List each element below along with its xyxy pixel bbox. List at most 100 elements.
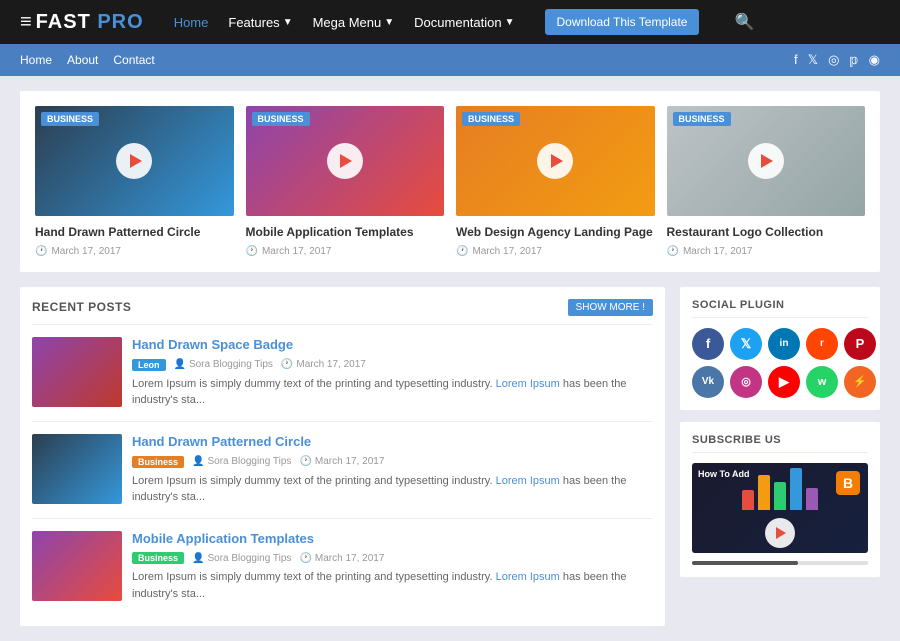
logo-text: FAST PRO [36, 11, 144, 34]
post-excerpt-2: Lorem Ipsum is simply dummy text of the … [132, 569, 653, 602]
show-more-button[interactable]: SHOW MORE ! [568, 299, 653, 316]
sub-nav-social: f 𝕏 ◎ 𝕡 ◉ [794, 52, 880, 68]
post-date-2: 🕐 March 17, 2017 [299, 553, 384, 564]
sub-nav-contact[interactable]: Contact [113, 53, 154, 67]
slide-item-0[interactable]: BUSINESS Hand Drawn Patterned Circle 🕐 M… [35, 106, 234, 257]
post-content-1: Hand Drawn Patterned Circle Business 👤 S… [132, 434, 653, 506]
extra-social-icon[interactable]: ◉ [869, 52, 880, 68]
recent-posts-widget: RECENT POSTS SHOW MORE ! Hand Drawn Spac… [20, 287, 665, 627]
instagram-icon[interactable]: ◎ [828, 52, 839, 68]
post-thumb-1[interactable] [32, 434, 122, 504]
video-play-button[interactable] [765, 518, 795, 548]
post-title-0[interactable]: Hand Drawn Space Badge [132, 337, 653, 354]
slide-item-3[interactable]: BUSINESS Restaurant Logo Collection 🕐 Ma… [667, 106, 866, 257]
post-meta-0: Leon 👤 Sora Blogging Tips 🕐 March 17, 20… [132, 359, 653, 371]
slide-date-1: 🕐 March 17, 2017 [246, 246, 445, 257]
subscribe-widget: SUBSCRIBE US How To Add B [680, 422, 880, 577]
clock-icon-2: 🕐 [456, 246, 468, 257]
post-author-1: 👤 Sora Blogging Tips [192, 456, 291, 467]
linkedin-social-btn[interactable]: in [768, 328, 800, 360]
download-template-button[interactable]: Download This Template [545, 9, 700, 35]
social-plugin-grid: f 𝕏 in r P Vk ◎ ▶ w ⚡ [692, 328, 868, 398]
slide-item-1[interactable]: BUSINESS Mobile Application Templates 🕐 … [246, 106, 445, 257]
clock-icon-0: 🕐 [35, 246, 47, 257]
pinterest-social-btn[interactable]: P [844, 328, 876, 360]
slide-date-0: 🕐 March 17, 2017 [35, 246, 234, 257]
post-tag-2[interactable]: Business [132, 552, 184, 564]
play-button-1[interactable] [327, 143, 363, 179]
slide-title-2: Web Design Agency Landing Page [456, 224, 655, 241]
main-content: BUSINESS Hand Drawn Patterned Circle 🕐 M… [0, 76, 900, 641]
twitter-icon[interactable]: 𝕏 [808, 52, 818, 68]
subscribe-video[interactable]: How To Add B [692, 463, 868, 553]
slide-thumb-0: BUSINESS [35, 106, 234, 216]
post-image-2 [32, 531, 122, 601]
sub-navigation: Home About Contact f 𝕏 ◎ 𝕡 ◉ [0, 44, 900, 76]
video-how-to-text: How To Add [698, 469, 750, 479]
post-content-0: Hand Drawn Space Badge Leon 👤 Sora Blogg… [132, 337, 653, 409]
subscribe-progress-fill [692, 561, 798, 565]
bottom-layout: RECENT POSTS SHOW MORE ! Hand Drawn Spac… [20, 287, 880, 627]
post-image-1 [32, 434, 122, 504]
slider-section: BUSINESS Hand Drawn Patterned Circle 🕐 M… [20, 91, 880, 272]
nav-home[interactable]: Home [174, 15, 209, 30]
excerpt-link-1[interactable]: Lorem Ipsum [496, 475, 560, 487]
youtube-social-btn[interactable]: ▶ [768, 366, 800, 398]
post-image-0 [32, 337, 122, 407]
slide-title-0: Hand Drawn Patterned Circle [35, 224, 234, 241]
slide-thumb-2: BUSINESS [456, 106, 655, 216]
slide-item-2[interactable]: BUSINESS Web Design Agency Landing Page … [456, 106, 655, 257]
post-date-1: 🕐 March 17, 2017 [299, 456, 384, 467]
post-title-2[interactable]: Mobile Application Templates [132, 531, 653, 548]
user-icon-2: 👤 [192, 553, 204, 564]
nav-documentation[interactable]: Documentation ▼ [414, 15, 514, 30]
nav-features[interactable]: Features ▼ [228, 15, 292, 30]
play-button-3[interactable] [748, 143, 784, 179]
twitter-social-btn[interactable]: 𝕏 [730, 328, 762, 360]
facebook-social-btn[interactable]: f [692, 328, 724, 360]
slide-badge-1: BUSINESS [252, 112, 310, 126]
subscribe-title: SUBSCRIBE US [692, 434, 868, 453]
play-button-2[interactable] [537, 143, 573, 179]
post-meta-1: Business 👤 Sora Blogging Tips 🕐 March 17… [132, 456, 653, 468]
logo[interactable]: ≡ FAST PRO [20, 11, 144, 34]
facebook-icon[interactable]: f [794, 52, 798, 68]
user-icon-0: 👤 [174, 359, 186, 370]
slide-thumb-1: BUSINESS [246, 106, 445, 216]
post-meta-2: Business 👤 Sora Blogging Tips 🕐 March 17… [132, 552, 653, 564]
slide-title-1: Mobile Application Templates [246, 224, 445, 241]
slide-date-3: 🕐 March 17, 2017 [667, 246, 866, 257]
slide-badge-3: BUSINESS [673, 112, 731, 126]
sub-nav-links: Home About Contact [20, 53, 155, 67]
excerpt-link-0[interactable]: Lorem Ipsum [496, 378, 560, 390]
post-tag-1[interactable]: Business [132, 456, 184, 468]
rss-social-btn[interactable]: ⚡ [844, 366, 876, 398]
post-content-2: Mobile Application Templates Business 👤 … [132, 531, 653, 603]
slide-badge-0: BUSINESS [41, 112, 99, 126]
vk-social-btn[interactable]: Vk [692, 366, 724, 398]
reddit-social-btn[interactable]: r [806, 328, 838, 360]
pinterest-icon[interactable]: 𝕡 [849, 52, 858, 68]
post-item-1: Hand Drawn Patterned Circle Business 👤 S… [32, 434, 653, 519]
instagram-social-btn[interactable]: ◎ [730, 366, 762, 398]
social-plugin-widget: SOCIAL PLUGIN f 𝕏 in r P Vk ◎ ▶ w ⚡ [680, 287, 880, 410]
logo-icon: ≡ [20, 11, 32, 34]
nav-links: Home Features ▼ Mega Menu ▼ Documentatio… [174, 9, 880, 35]
post-tag-0[interactable]: Leon [132, 359, 166, 371]
play-button-0[interactable] [116, 143, 152, 179]
whatsapp-social-btn[interactable]: w [806, 366, 838, 398]
post-thumb-0[interactable] [32, 337, 122, 407]
sub-nav-about[interactable]: About [67, 53, 98, 67]
search-icon[interactable]: 🔍 [734, 12, 754, 32]
post-author-2: 👤 Sora Blogging Tips [192, 553, 291, 564]
sub-nav-home[interactable]: Home [20, 53, 52, 67]
post-title-1[interactable]: Hand Drawn Patterned Circle [132, 434, 653, 451]
post-excerpt-1: Lorem Ipsum is simply dummy text of the … [132, 473, 653, 506]
clock-icon-1: 🕐 [246, 246, 258, 257]
excerpt-link-2[interactable]: Lorem Ipsum [496, 571, 560, 583]
nav-megamenu[interactable]: Mega Menu ▼ [313, 15, 395, 30]
recent-posts-title: RECENT POSTS [32, 300, 131, 314]
post-thumb-2[interactable] [32, 531, 122, 601]
slide-thumb-3: BUSINESS [667, 106, 866, 216]
top-navigation: ≡ FAST PRO Home Features ▼ Mega Menu ▼ D… [0, 0, 900, 44]
